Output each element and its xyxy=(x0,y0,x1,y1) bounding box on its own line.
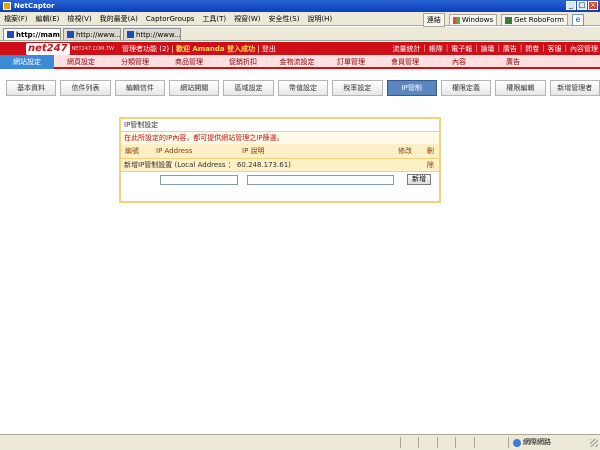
globe-icon xyxy=(513,438,521,447)
col-ip: IP Address xyxy=(156,147,193,155)
col-desc: IP 說明 xyxy=(242,147,265,155)
ip-description-input[interactable] xyxy=(247,174,394,185)
toplink-traffic[interactable]: 流量統計 xyxy=(392,44,420,54)
status-divider xyxy=(418,437,419,448)
subnav-tax[interactable]: 稅率設定 xyxy=(332,80,383,96)
toplink-ads[interactable]: 廣告 xyxy=(503,44,517,54)
ie-icon[interactable]: e xyxy=(572,14,584,26)
toplink-survey[interactable]: 問卷 xyxy=(525,44,539,54)
status-divider xyxy=(474,437,475,448)
subnav-ip-control[interactable]: IP管制 xyxy=(386,80,437,96)
menu-view[interactable]: 檢視(V) xyxy=(67,14,91,24)
subnav-region[interactable]: 區域設定 xyxy=(223,80,274,96)
nav-payment-shipping[interactable]: 金物流設定 xyxy=(270,55,324,69)
menu-security[interactable]: 安全性(S) xyxy=(269,14,300,24)
nav-site-settings[interactable]: 網站設定 xyxy=(0,55,54,69)
status-divider xyxy=(400,437,401,448)
ip-control-panel: IP管制設定 在此所設定的IP內容，都可提供網站管理之IP篩選。 編號 IP A… xyxy=(119,117,441,203)
nav-promotions[interactable]: 促銷折扣 xyxy=(216,55,270,69)
tab-2[interactable]: http://www... xyxy=(63,28,121,40)
page-icon xyxy=(127,31,134,38)
nav-page-settings[interactable]: 網頁設定 xyxy=(54,55,108,69)
subnav-mail-list[interactable]: 信件列表 xyxy=(60,80,111,96)
close-button[interactable]: × xyxy=(588,1,598,10)
tab-1[interactable]: http://mam... xyxy=(3,28,61,40)
toplink-accounts[interactable]: 帳隊 xyxy=(429,44,443,54)
menu-edit[interactable]: 編輯(E) xyxy=(36,14,60,24)
subnav-edit-mail[interactable]: 編輯信件 xyxy=(114,80,166,96)
site-logo[interactable]: net247 NET247.COM.TW xyxy=(26,42,114,55)
logout-link[interactable]: 登出 xyxy=(262,45,276,53)
subnav-site-switch[interactable]: 網站開關 xyxy=(169,80,220,96)
subnav-permission-define[interactable]: 權限定義 xyxy=(440,80,492,96)
col-delete: 刪除 xyxy=(427,147,434,169)
col-edit: 修改 xyxy=(398,147,412,155)
tab-bar: http://mam... http://www... http://www..… xyxy=(0,27,600,41)
windows-link[interactable]: Windows xyxy=(448,14,498,26)
security-zone: 網際網路 xyxy=(513,437,551,448)
main-nav: 網站設定 網頁設定 分類管理 商品管理 促銷折扣 金物流設定 訂單管理 會員管理… xyxy=(0,55,600,69)
nav-orders[interactable]: 訂單管理 xyxy=(324,55,378,69)
table-header: 編號 IP Address IP 說明 修改 刪除 xyxy=(121,144,439,169)
welcome-text: 歡迎 Amanda 登入成功 xyxy=(175,45,255,53)
subnav-add-admin[interactable]: 新增管理者 xyxy=(549,80,600,96)
panel-title: IP管制設定 xyxy=(121,119,439,132)
toplink-forum[interactable]: 論壇 xyxy=(481,44,495,54)
ip-address-input[interactable] xyxy=(160,174,238,185)
page-icon xyxy=(67,31,74,38)
title-bar: NetCaptor _ □ × xyxy=(0,0,600,12)
top-links: 流量統計 | 帳隊 | 電子報 | 論壇 | 廣告 | 問卷 | 客服 | 內容管理 xyxy=(392,44,598,54)
add-button[interactable]: 新增 xyxy=(407,174,431,185)
window-controls: _ □ × xyxy=(566,1,598,10)
add-ip-row: 新增 xyxy=(121,171,439,187)
minimize-button[interactable]: _ xyxy=(566,1,576,10)
nav-products[interactable]: 商品管理 xyxy=(162,55,216,69)
nav-members[interactable]: 會員管理 xyxy=(378,55,432,69)
menu-bar: 檔案(F) 編輯(E) 檢視(V) 我的最愛(A) CaptorGroups 工… xyxy=(0,12,600,27)
roboform-button[interactable]: Get RoboForm xyxy=(501,14,568,26)
window-title: NetCaptor xyxy=(14,2,55,10)
tab-3[interactable]: http://www... xyxy=(123,28,181,40)
app-icon xyxy=(3,2,11,10)
links-button[interactable]: 連結 xyxy=(422,13,445,27)
local-address-label: 新增IP管制設置 (Local Address ： 60.248.173.61) xyxy=(121,158,439,171)
menubar-right: 連結 Windows Get RoboForm e xyxy=(422,13,584,27)
roboform-icon xyxy=(505,16,513,24)
menu-help[interactable]: 說明(H) xyxy=(307,14,332,24)
menu-captorgroups[interactable]: CaptorGroups xyxy=(146,15,194,23)
status-divider xyxy=(437,437,438,448)
menu-tools[interactable]: 工具(T) xyxy=(202,14,226,24)
status-divider xyxy=(455,437,456,448)
maximize-button[interactable]: □ xyxy=(577,1,587,10)
toplink-newsletter[interactable]: 電子報 xyxy=(451,44,472,54)
menu-file[interactable]: 檔案(F) xyxy=(4,14,28,24)
toplink-support[interactable]: 客服 xyxy=(548,44,562,54)
toplink-content[interactable]: 內容管理 xyxy=(570,44,598,54)
header-info: 管理者功能 (2) | 歡迎 Amanda 登入成功 | 登出 xyxy=(122,45,276,53)
page-icon xyxy=(7,31,14,38)
menu-favorites[interactable]: 我的最愛(A) xyxy=(100,14,138,24)
windows-icon xyxy=(452,16,460,24)
resize-grip-icon[interactable] xyxy=(590,439,598,447)
status-divider xyxy=(508,437,509,448)
subnav-permission-edit[interactable]: 權限編輯 xyxy=(495,80,546,96)
sub-nav: 基本資料 信件列表 編輯信件 網站開關 區域設定 幣值設定 稅率設定 IP管制 … xyxy=(0,80,600,97)
panel-description: 在此所設定的IP內容，都可提供網站管理之IP篩選。 xyxy=(121,132,439,144)
subnav-currency[interactable]: 幣值設定 xyxy=(277,80,329,96)
menu-window[interactable]: 視窗(W) xyxy=(234,14,260,24)
col-id: 編號 xyxy=(125,147,139,155)
nav-category[interactable]: 分類管理 xyxy=(108,55,162,69)
nav-content[interactable]: 內容 xyxy=(432,55,486,69)
subnav-basic-info[interactable]: 基本資料 xyxy=(6,80,57,96)
admin-functions-link[interactable]: 管理者功能 (2) xyxy=(122,45,169,53)
nav-ads[interactable]: 廣告 xyxy=(486,55,540,69)
status-bar: 網際網路 xyxy=(0,434,600,450)
